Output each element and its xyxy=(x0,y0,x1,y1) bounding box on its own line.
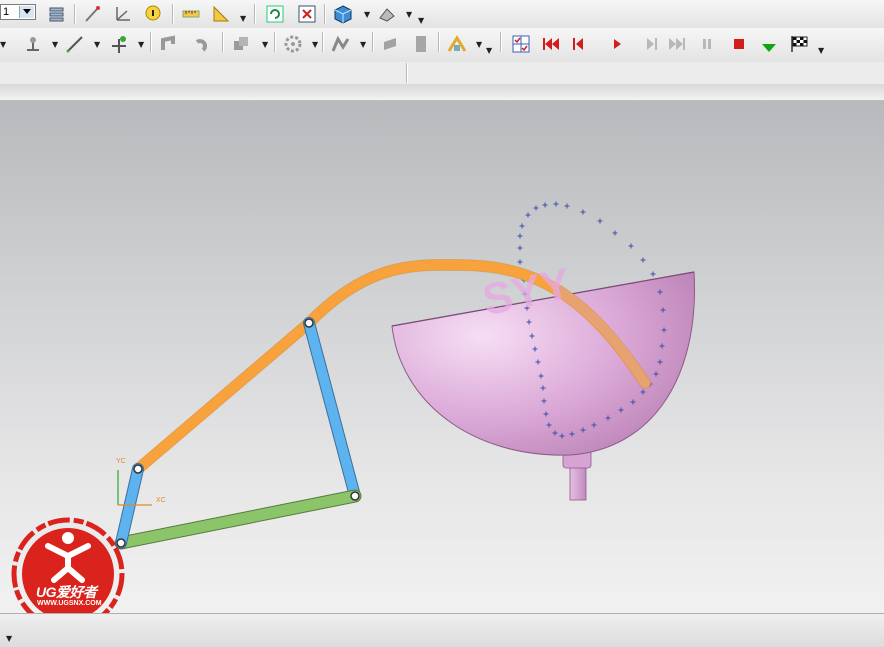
toolbar-top: 1 ▼ ▼ ▼ ▼ xyxy=(0,0,884,29)
trace-marker xyxy=(628,243,634,249)
point-icon[interactable] xyxy=(82,3,104,25)
stop-icon[interactable] xyxy=(728,33,750,55)
surface-shade-icon[interactable] xyxy=(376,3,398,25)
info-icon[interactable] xyxy=(142,3,164,25)
fast-forward-icon[interactable] xyxy=(666,33,688,55)
trace-marker xyxy=(553,201,559,207)
finish-flag-icon[interactable] xyxy=(788,33,810,55)
measure-angle-icon[interactable] xyxy=(210,3,232,25)
link-icon[interactable] xyxy=(158,33,180,55)
line-icon[interactable] xyxy=(64,33,86,55)
trace-marker xyxy=(517,259,523,265)
animation-settings-icon[interactable] xyxy=(510,33,532,55)
yc-axis-label: YC xyxy=(116,458,126,465)
trace-marker xyxy=(533,205,539,211)
trace-marker xyxy=(580,209,586,215)
datum-csys-icon[interactable] xyxy=(112,3,134,25)
status-bar: ▼ xyxy=(0,613,884,647)
trace-marker xyxy=(597,218,603,224)
xc-axis-label: XC xyxy=(156,497,166,504)
trace-marker xyxy=(564,203,570,209)
shaded-cube-icon[interactable] xyxy=(332,3,354,25)
layer-select-value: 1 xyxy=(3,6,10,18)
motion-joint-icon[interactable] xyxy=(22,33,44,55)
curve-icon[interactable] xyxy=(330,33,352,55)
resource-bar-divider xyxy=(0,84,884,101)
toolbar-empty xyxy=(0,62,884,85)
assembly-icon[interactable] xyxy=(446,33,468,55)
gear-icon[interactable] xyxy=(282,33,304,55)
graphics-window[interactable]: SYY YC XC xyxy=(0,101,884,613)
page-icon[interactable] xyxy=(410,33,432,55)
solid-box-icon[interactable] xyxy=(230,33,252,55)
layer-settings-icon[interactable] xyxy=(46,3,68,25)
layer-select[interactable]: 1 xyxy=(0,4,36,20)
trace-marker xyxy=(640,257,646,263)
pause-icon[interactable] xyxy=(696,33,718,55)
logo-title: UG爱好者 xyxy=(36,584,97,600)
spring-icon[interactable] xyxy=(192,33,214,55)
rewind-start-icon[interactable] xyxy=(540,33,562,55)
play-icon[interactable] xyxy=(606,33,628,55)
green-step-icon[interactable] xyxy=(758,37,780,59)
trace-marker xyxy=(519,223,525,229)
chevron-down-icon[interactable] xyxy=(19,6,34,18)
toolbar-motion: ▼ ▼ ▼ ▼ ▼ ▼ ▼ ▼ ▼ ▼ xyxy=(0,28,884,63)
point-add-icon[interactable] xyxy=(108,33,130,55)
trace-marker xyxy=(525,212,531,218)
logo-url: WWW.UGSNX.COM xyxy=(37,600,102,607)
fit-view-icon[interactable] xyxy=(296,3,318,25)
sheet-icon[interactable] xyxy=(380,33,402,55)
measure-distance-icon[interactable] xyxy=(180,3,202,25)
trace-marker xyxy=(612,230,618,236)
trace-marker xyxy=(650,271,656,277)
step-back-icon[interactable] xyxy=(568,33,590,55)
trace-marker xyxy=(517,245,523,251)
refresh-icon[interactable] xyxy=(264,3,286,25)
step-forward-icon[interactable] xyxy=(640,33,662,55)
trace-marker xyxy=(517,233,523,239)
trace-marker xyxy=(542,202,548,208)
